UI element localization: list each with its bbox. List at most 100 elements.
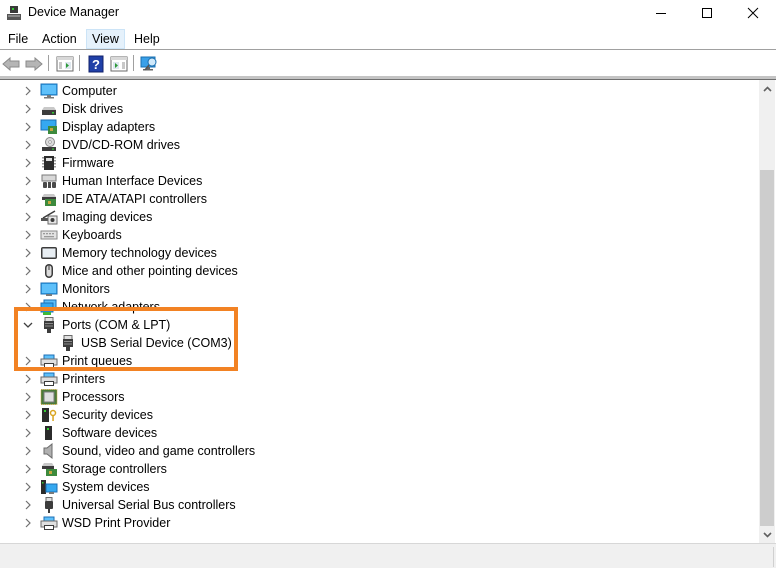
chevron-right-icon[interactable]	[22, 391, 34, 403]
toolbar-separator	[48, 55, 49, 71]
processor-icon	[40, 389, 58, 405]
chevron-right-icon[interactable]	[22, 301, 34, 313]
scroll-down-button[interactable]	[759, 526, 775, 543]
tree-item-printers[interactable]: Printers	[0, 370, 700, 388]
chevron-right-icon[interactable]	[22, 427, 34, 439]
tree-item-disk-drives[interactable]: Disk drives	[0, 100, 700, 118]
tree-item-firmware[interactable]: Firmware	[0, 154, 700, 172]
tree-item-dvd-cd-rom-drives[interactable]: DVD/CD-ROM drives	[0, 136, 700, 154]
tree-item-label: Ports (COM & LPT)	[62, 318, 171, 332]
tree-item-usb-serial-device-com3[interactable]: USB Serial Device (COM3)	[0, 334, 700, 352]
tree-item-label: Sound, video and game controllers	[62, 444, 256, 458]
action-pane-button[interactable]	[109, 54, 129, 74]
tree-item-storage-controllers[interactable]: Storage controllers	[0, 460, 700, 478]
tree-item-print-queues[interactable]: Print queues	[0, 352, 700, 370]
chevron-right-icon[interactable]	[22, 193, 34, 205]
tree-item-monitors[interactable]: Monitors	[0, 280, 700, 298]
tree-item-label: Computer	[62, 84, 117, 98]
chevron-down-icon[interactable]	[22, 319, 34, 331]
tree-item-label: Software devices	[62, 426, 158, 440]
close-button[interactable]	[730, 0, 776, 26]
chevron-right-icon[interactable]	[22, 373, 34, 385]
tree-item-memory-technology-devices[interactable]: Memory technology devices	[0, 244, 700, 262]
title-bar: Device Manager	[0, 0, 776, 27]
mouse-icon	[45, 264, 53, 278]
tree-item-label: USB Serial Device (COM3)	[81, 336, 232, 350]
scroll-thumb[interactable]	[760, 170, 774, 526]
chevron-right-icon[interactable]	[22, 355, 34, 367]
chevron-right-icon[interactable]	[22, 121, 34, 133]
minimize-button[interactable]	[638, 0, 684, 26]
chevron-right-icon[interactable]	[22, 175, 34, 187]
menu-action[interactable]: Action	[37, 29, 82, 49]
device-tree[interactable]: Computer Disk drives Display adapters DV…	[0, 81, 759, 543]
chevron-right-icon[interactable]	[22, 103, 34, 115]
speaker-icon	[43, 443, 53, 459]
tree-item-processors[interactable]: Processors	[0, 388, 700, 406]
menu-help[interactable]: Help	[129, 29, 165, 49]
tree-item-security-devices[interactable]: Security devices	[0, 406, 700, 424]
chevron-right-icon[interactable]	[22, 85, 34, 97]
scroll-up-button[interactable]	[759, 80, 775, 97]
security-device-icon	[42, 408, 57, 422]
chevron-right-icon[interactable]	[22, 445, 34, 457]
chevron-right-icon[interactable]	[22, 409, 34, 421]
tree-item-imaging-devices[interactable]: Imaging devices	[0, 208, 700, 226]
console-tree-button[interactable]	[55, 54, 75, 74]
chevron-right-icon[interactable]	[22, 265, 34, 277]
tree-item-software-devices[interactable]: Software devices	[0, 424, 700, 442]
port-icon	[63, 335, 73, 351]
chevron-right-icon[interactable]	[22, 157, 34, 169]
chevron-right-icon[interactable]	[22, 463, 34, 475]
chevron-right-icon[interactable]	[22, 283, 34, 295]
disk-drive-icon	[42, 107, 56, 115]
port-icon	[44, 317, 54, 333]
chevron-up-icon	[762, 85, 772, 92]
tree-item-ports-com-lpt[interactable]: Ports (COM & LPT)	[0, 316, 700, 334]
display-adapter-icon	[40, 119, 57, 134]
chevron-right-icon[interactable]	[22, 517, 34, 529]
arrow-left-icon	[2, 57, 20, 71]
back-button[interactable]	[1, 54, 21, 74]
tree-item-label: Monitors	[62, 282, 110, 296]
tree-item-label: Mice and other pointing devices	[62, 264, 238, 278]
chevron-right-icon[interactable]	[22, 481, 34, 493]
chevron-right-icon[interactable]	[22, 139, 34, 151]
tree-item-wsd-print-provider[interactable]: WSD Print Provider	[0, 514, 700, 532]
system-devices-icon	[41, 480, 58, 494]
vertical-scrollbar[interactable]	[759, 80, 775, 543]
memory-device-icon	[41, 247, 57, 259]
usb-icon	[45, 497, 53, 513]
menu-view[interactable]: View	[86, 29, 125, 49]
forward-button[interactable]	[24, 54, 44, 74]
tree-item-display-adapters[interactable]: Display adapters	[0, 118, 700, 136]
chevron-right-icon[interactable]	[22, 211, 34, 223]
keyboard-icon	[40, 230, 58, 240]
scan-hardware-button[interactable]	[140, 54, 160, 74]
tree-item-universal-serial-bus-controllers[interactable]: Universal Serial Bus controllers	[0, 496, 700, 514]
status-bar	[0, 543, 776, 568]
close-icon	[747, 7, 759, 19]
chevron-right-icon[interactable]	[22, 499, 34, 511]
storage-controller-icon	[42, 463, 57, 476]
tree-item-ide-ata-atapi-controllers[interactable]: IDE ATA/ATAPI controllers	[0, 190, 700, 208]
tree-item-system-devices[interactable]: System devices	[0, 478, 700, 496]
tree-item-label: Storage controllers	[62, 462, 167, 476]
toolbar: ?	[0, 51, 776, 76]
tree-item-keyboards[interactable]: Keyboards	[0, 226, 700, 244]
hid-icon	[41, 174, 57, 188]
maximize-button[interactable]	[684, 0, 730, 26]
printer-icon	[40, 516, 58, 530]
chevron-right-icon[interactable]	[22, 229, 34, 241]
tree-item-human-interface-devices[interactable]: Human Interface Devices	[0, 172, 700, 190]
tree-item-computer[interactable]: Computer	[0, 82, 700, 100]
chevron-right-icon[interactable]	[22, 247, 34, 259]
tree-item-label: DVD/CD-ROM drives	[62, 138, 181, 152]
tree-item-mice-and-other-pointing-devices[interactable]: Mice and other pointing devices	[0, 262, 700, 280]
tree-item-network-adapters[interactable]: Network adapters	[0, 298, 700, 316]
tree-item-label: Processors	[62, 390, 125, 404]
tree-item-sound-video-game-controllers[interactable]: Sound, video and game controllers	[0, 442, 700, 460]
menu-bar: File Action View Help	[0, 27, 776, 50]
help-button[interactable]: ?	[86, 54, 106, 74]
menu-file[interactable]: File	[3, 29, 33, 49]
